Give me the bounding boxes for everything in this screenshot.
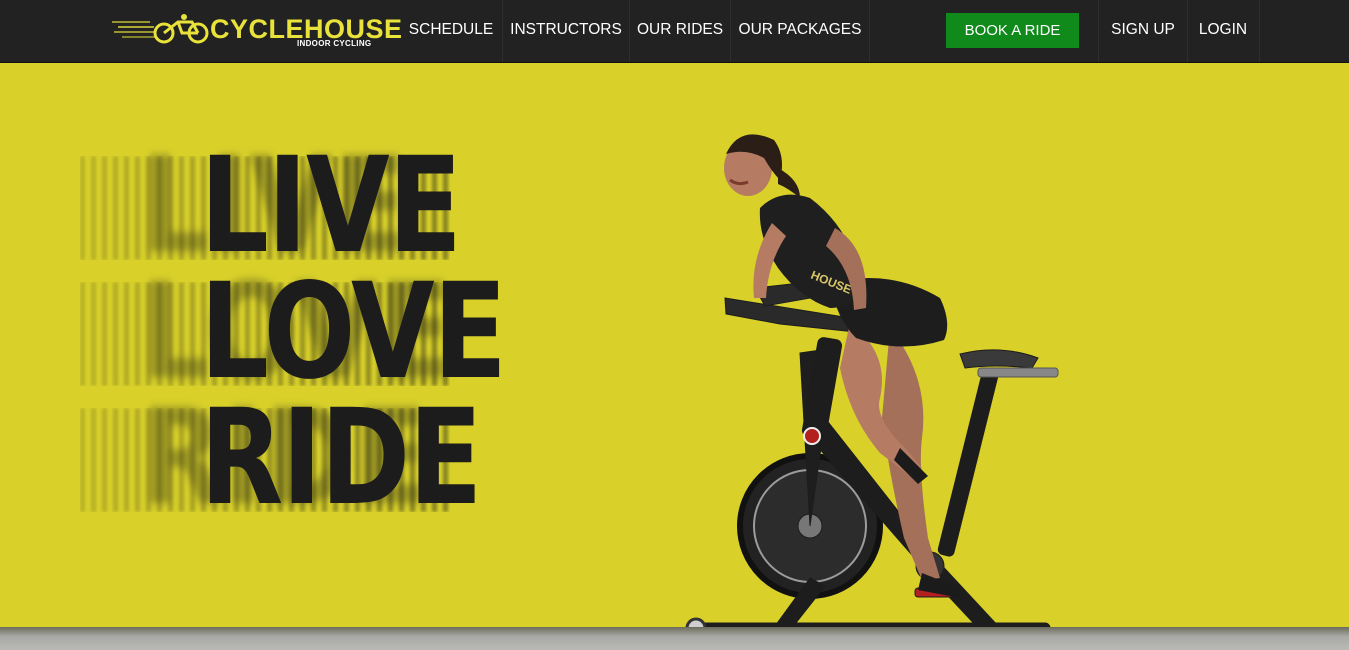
headline-word-love: LOVE xyxy=(200,255,507,409)
headline-word-live: LIVE xyxy=(200,129,462,283)
sign-up-link[interactable]: SIGN UP xyxy=(1098,0,1188,62)
hero-headline: LIVE LIVE LOVE LOVE RIDE RIDE xyxy=(80,140,520,528)
nav-instructors[interactable]: INSTRUCTORS xyxy=(503,0,630,62)
book-a-ride-button[interactable]: BOOK A RIDE xyxy=(946,13,1079,48)
headline-line-3: RIDE RIDE xyxy=(80,392,520,528)
top-navbar: CYCLEHOUSE INDOOR CYCLING SCHEDULE INSTR… xyxy=(0,0,1349,63)
brand-tagline: INDOOR CYCLING xyxy=(297,39,372,48)
headline-word-ride: RIDE xyxy=(200,381,482,535)
nav-schedule[interactable]: SCHEDULE xyxy=(400,0,503,62)
login-link[interactable]: LOGIN xyxy=(1187,0,1260,62)
rider-on-bike-image: HOUSE xyxy=(670,134,1059,650)
bicycle-logo-icon xyxy=(112,14,209,44)
floor-strip xyxy=(0,627,1349,650)
brand-logo[interactable]: CYCLEHOUSE INDOOR CYCLING xyxy=(112,6,402,54)
nav-our-packages[interactable]: OUR PACKAGES xyxy=(731,0,870,62)
nav-our-rides[interactable]: OUR RIDES xyxy=(630,0,731,62)
